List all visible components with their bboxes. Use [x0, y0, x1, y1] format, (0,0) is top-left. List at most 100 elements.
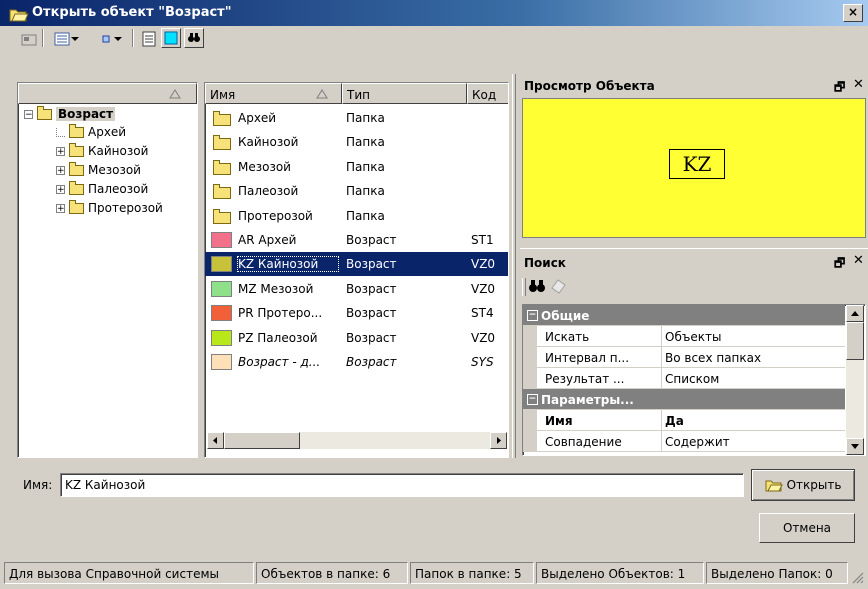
column-header-name[interactable]: Имя: [205, 83, 342, 104]
properties-button[interactable]: [138, 28, 160, 50]
folder-icon: [213, 111, 231, 126]
preview-toggle-button[interactable]: [161, 28, 181, 48]
property-row[interactable]: Искать Объекты: [523, 326, 845, 347]
property-value[interactable]: Содержит: [665, 435, 730, 449]
view-mode-button[interactable]: [48, 28, 86, 50]
status-selected-folders: Выделено Папок: 0: [706, 562, 848, 584]
scroll-left-button[interactable]: [207, 432, 224, 449]
vertical-splitter[interactable]: [512, 74, 516, 458]
close-panel-icon[interactable]: ✕: [853, 77, 864, 92]
folder-tree-pane[interactable]: − Возраст Архей + Кайнозой + Мезозой + Палеозо…: [17, 82, 198, 458]
list-row[interactable]: Архей Папка: [205, 106, 508, 130]
tree-root[interactable]: − Возраст: [24, 105, 116, 123]
open-folder-icon: [765, 480, 783, 492]
property-category[interactable]: − Общие: [523, 305, 845, 326]
open-folder-icon: [9, 6, 29, 25]
collapse-icon[interactable]: −: [527, 310, 538, 321]
binoculars-icon: [529, 280, 545, 292]
tree-item[interactable]: + Протерозой: [56, 199, 163, 217]
arrow-down-icon: [851, 444, 859, 449]
tree-item[interactable]: + Палеозой: [56, 180, 148, 198]
list-row[interactable]: Палеозой Папка: [205, 179, 508, 203]
status-help: Для вызова Справочной системы: [4, 562, 254, 584]
property-row[interactable]: Результат ... Списком: [523, 368, 845, 389]
undock-icon[interactable]: 🗗: [834, 78, 845, 99]
list-cell-name: Протерозой: [238, 208, 313, 223]
cancel-button[interactable]: Отмена: [759, 513, 855, 543]
chevron-down-icon: [114, 37, 122, 41]
scroll-up-button[interactable]: [846, 305, 864, 322]
toolbar-separator: [132, 29, 134, 47]
tree-item-label: Протерозой: [88, 201, 163, 215]
list-cell-name: Архей: [238, 111, 277, 125]
chevron-down-icon: [71, 37, 79, 41]
list-row[interactable]: Кайнозой Папка: [205, 130, 508, 154]
search-property-grid[interactable]: − Общие Искать Объекты Интервал п... Во всех …: [522, 304, 866, 456]
name-field[interactable]: [60, 473, 744, 497]
binoculars-icon: [188, 33, 200, 42]
object-list-pane[interactable]: Имя Тип Код Архей Папка Кайнозой Папка Мезоз…: [204, 82, 509, 458]
property-row[interactable]: Имя Да: [523, 410, 845, 431]
list-cell-name: Мезозой: [238, 159, 291, 174]
expand-icon[interactable]: +: [56, 165, 65, 175]
tree-item[interactable]: + Кайнозой: [56, 142, 148, 160]
column-header-code[interactable]: Код: [467, 83, 508, 104]
title-bar[interactable]: Открыть объект "Возраст" ×: [0, 0, 868, 26]
resize-grip-icon[interactable]: [850, 570, 864, 587]
list-row[interactable]: Мезозой Папка: [205, 155, 508, 179]
list-cell-name: MZ Мезозой: [238, 281, 314, 296]
tree-header[interactable]: [18, 83, 197, 104]
expand-icon[interactable]: +: [56, 146, 65, 156]
property-value[interactable]: Да: [665, 414, 684, 428]
scroll-right-button[interactable]: [490, 432, 507, 449]
collapse-icon[interactable]: −: [527, 394, 538, 405]
tree-item[interactable]: + Мезозой: [56, 161, 141, 179]
column-header-type[interactable]: Тип: [342, 83, 467, 104]
collapse-icon[interactable]: −: [24, 109, 33, 119]
close-panel-icon[interactable]: ✕: [853, 253, 864, 268]
undock-icon[interactable]: 🗗: [834, 254, 845, 275]
tree-item[interactable]: Архей: [56, 123, 126, 141]
list-cell-code: ST1: [471, 233, 494, 247]
list-row[interactable]: KZ Кайнозой Возраст VZ0: [205, 252, 508, 277]
column-divider[interactable]: [661, 347, 662, 368]
property-value[interactable]: Объекты: [665, 330, 721, 344]
search-toggle-button[interactable]: [184, 28, 204, 48]
expand-icon[interactable]: +: [56, 203, 65, 213]
column-divider[interactable]: [661, 368, 662, 389]
list-header: Имя Тип Код: [205, 83, 508, 104]
clear-search-button[interactable]: [550, 278, 568, 297]
list-horizontal-scrollbar[interactable]: [207, 432, 507, 449]
up-folder-icon: [21, 34, 37, 46]
scroll-down-button[interactable]: [846, 438, 864, 455]
scroll-thumb[interactable]: [224, 432, 300, 449]
property-row[interactable]: Интервал п... Во всех папках: [523, 347, 845, 368]
scroll-thumb[interactable]: [846, 322, 864, 360]
column-divider[interactable]: [661, 431, 662, 452]
column-divider[interactable]: [661, 410, 662, 431]
property-value[interactable]: Списком: [665, 372, 719, 386]
open-button-label: Открыть: [786, 478, 842, 492]
property-row[interactable]: Совпадение Содержит: [523, 431, 845, 452]
find-button[interactable]: [528, 278, 546, 297]
list-row[interactable]: MZ Мезозой Возраст VZ0: [205, 277, 508, 301]
close-button[interactable]: ×: [843, 4, 863, 22]
icon-size-button[interactable]: [92, 28, 130, 50]
expand-icon[interactable]: +: [56, 184, 65, 194]
tree-item-label: Архей: [88, 125, 127, 139]
list-row[interactable]: PZ Палеозой Возраст VZ0: [205, 326, 508, 350]
list-row[interactable]: Возраст - д... Возраст SYS: [205, 350, 508, 374]
property-category[interactable]: − Параметры...: [523, 389, 845, 410]
property-value[interactable]: Во всех папках: [665, 351, 761, 365]
search-toolbar: [520, 274, 868, 300]
property-grid-scrollbar[interactable]: [846, 305, 864, 455]
open-button[interactable]: Открыть: [751, 469, 855, 501]
up-folder-button[interactable]: [18, 28, 40, 50]
list-row[interactable]: AR Архей Возраст ST1: [205, 228, 508, 252]
list-row[interactable]: PR Протеро... Возраст ST4: [205, 301, 508, 325]
eraser-icon: [551, 279, 566, 294]
list-row[interactable]: Протерозой Папка: [205, 204, 508, 228]
list-cell-code: VZ0: [471, 330, 496, 345]
column-divider[interactable]: [661, 326, 662, 347]
status-folders-count: Папок в папке: 5: [410, 562, 534, 584]
